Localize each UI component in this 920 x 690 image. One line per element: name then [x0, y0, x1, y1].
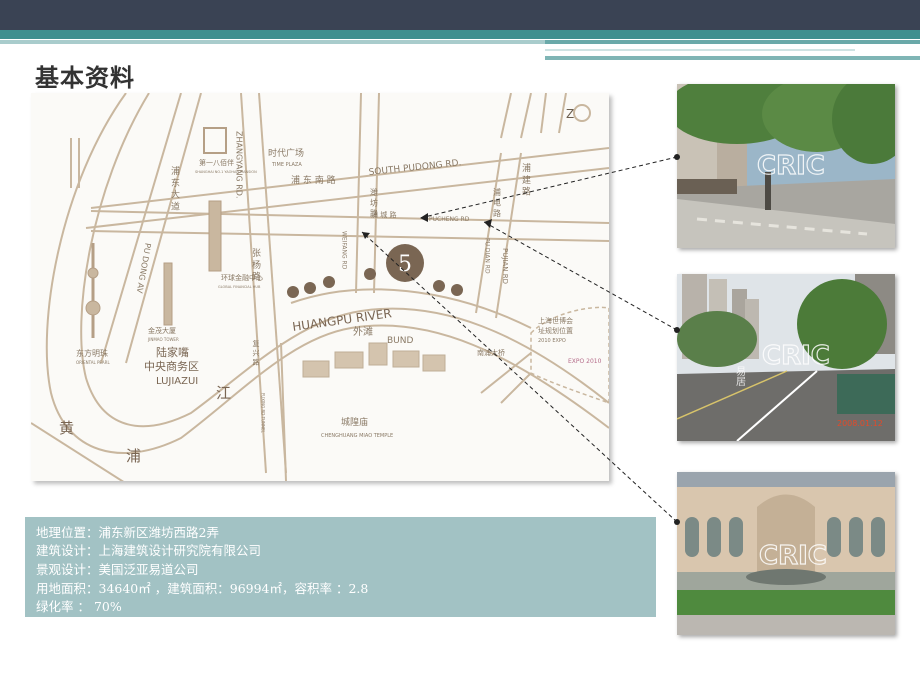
photo3-watermark: CRIC [759, 541, 827, 571]
label-expo-cn1: 上海世博会 [538, 316, 573, 325]
photo2-watermark-cn: 易居 [734, 366, 746, 387]
label-pudian-en: PU DIAN RD [484, 238, 491, 274]
label-weifang-en: WEIFANG RD [341, 231, 348, 270]
label-huangpu-char3: 江 [216, 384, 231, 402]
road-bottom-left [31, 422, 125, 481]
label-times-plaza-cn: 时代广场 [268, 147, 304, 159]
photo1-watermark: CRIC [757, 151, 825, 181]
header-right-thin [545, 56, 920, 60]
river-bank-outer [45, 93, 609, 454]
info-architect: 建筑设计：上海建筑设计研究院有限公司 [36, 543, 262, 558]
page-title: 基本资料 [35, 63, 135, 92]
label-chenghuang-en: CHENGHUANG MIAO TEMPLE [321, 433, 393, 439]
road-pujian [475, 152, 502, 314]
label-huangpu-char1: 黄 [59, 419, 74, 437]
label-pudong-south-en: SOUTH PUDONG RD. [368, 158, 462, 178]
label-pearl-cn: 东方明珠 [76, 348, 108, 358]
road-top-3 [540, 93, 547, 134]
label-fuxing-en: FUXING RD TUNNEL [261, 393, 266, 434]
label-expo-cn2: 址规划位置 [538, 326, 573, 335]
photo2-watermark: CRIC [762, 341, 830, 371]
label-pucheng-en: PUCHENG RD [429, 216, 470, 223]
header-right-thin-2 [545, 49, 855, 51]
sfc-tower [208, 200, 222, 272]
info-location: 地理位置：浦东新区潍坊西路2弄 [36, 525, 219, 540]
label-mansion-en: SHANGHAI NO.1 YAOHAN MANSION [195, 170, 257, 174]
jinmao-tower [163, 262, 173, 326]
bridge-line [480, 352, 532, 394]
label-pudong-avenue-en: PU DONG AV [135, 242, 153, 294]
photo-building: CRIC [677, 472, 895, 635]
site-number: 5 [398, 252, 412, 277]
road-pucheng-2 [90, 230, 609, 242]
label-sfc-en: GLOBAL FINANCIAL HUB [218, 285, 261, 289]
label-lujiazui-en: LUJIAZUI [156, 376, 198, 387]
label-fuxing-cn: 复 兴 路 [252, 339, 260, 366]
road-pujian-2 [495, 152, 522, 319]
label-sfc-cn: 环球金融中心 [221, 273, 263, 282]
header-right-accent [545, 40, 920, 44]
label-pudian-cn: 浦 电 路 [493, 187, 502, 217]
label-pudong-south-cn: 浦 东 南 路 [291, 174, 336, 186]
info-panel: 地理位置：浦东新区潍坊西路2弄 建筑设计：上海建筑设计研究院有限公司 景观设计：… [25, 517, 656, 617]
photo2-date-stamp: 2008.01.12 [837, 419, 883, 428]
label-chenghuang-cn: 城隍庙 [341, 416, 368, 428]
label-times-plaza-en: TIME PLAZA [271, 162, 302, 168]
label-expo-en: 2010 EXPO [538, 338, 566, 344]
label-bridge-cn: 南浦大桥 [477, 348, 505, 357]
label-huangpu-char2: 浦 [126, 447, 141, 465]
header-pale-stripe [0, 40, 545, 44]
info-greening: 绿化率 ： 70% [36, 599, 122, 614]
road-pucheng [90, 210, 609, 224]
info-areas: 用地面积：34640㎡ ，建筑面积：96994㎡，容积率 ：2.8 [36, 581, 369, 596]
road-pudong-south-2 [85, 167, 609, 229]
label-pearl-en: ORIENTAL PEARL [76, 360, 110, 365]
label-bund-en: BUND [387, 336, 413, 346]
info-landscape: 景观设计：美国泛亚易道公司 [36, 562, 199, 577]
road-top-1 [500, 93, 512, 139]
road-top-4 [558, 93, 567, 134]
label-jinmao-en: JINMAO TOWER [147, 337, 179, 342]
bridge-line-2 [500, 372, 532, 404]
label-pudong-avenue-cn: 浦 东 大 道 [169, 165, 180, 212]
road-weifang [355, 93, 362, 294]
road-top-2 [520, 93, 532, 139]
top-bar [0, 0, 920, 30]
header-teal-stripe [0, 30, 920, 39]
label-mansion-cn: 第一八佰伴 [199, 158, 234, 167]
photo-street-2: CRIC 易居 2008.01.12 [677, 274, 895, 441]
label-zhangyang-en: ZHANGYANG RD. [235, 131, 244, 198]
label-lujiazui-cn1: 陆家嘴 [156, 345, 189, 359]
photo-street-1: CRIC [677, 84, 895, 248]
label-lujiazui-cn2: 中央商务区 [144, 359, 199, 373]
label-pucheng-cn: 浦 城 路 [371, 210, 396, 219]
label-pujian-cn: 浦 建 路 [520, 162, 531, 197]
label-bund-cn: 外滩 [353, 325, 373, 338]
location-map: Z 5 浦 东 大 道 PU DONG AV ZHANGYANG RD. 张 杨… [31, 93, 609, 481]
compass-label: Z [566, 107, 574, 121]
label-expo-logo: EXPO 2010 [568, 358, 602, 365]
label-jinmao-cn: 金茂大厦 [148, 326, 176, 335]
label-pujian-en: PUJIAN RD [501, 248, 509, 284]
